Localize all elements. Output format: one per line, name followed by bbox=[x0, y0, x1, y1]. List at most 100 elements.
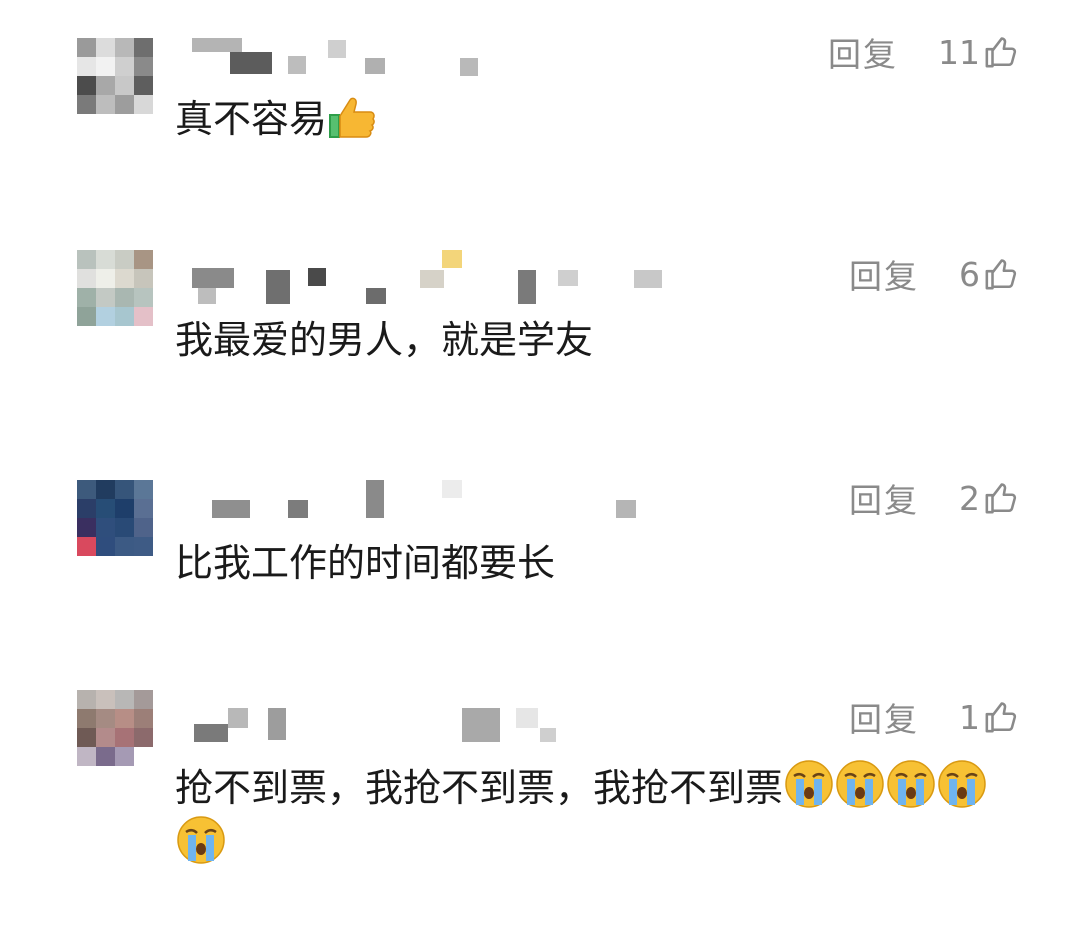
comment-actions: 回复 1 bbox=[849, 697, 1018, 739]
crying-emoji bbox=[177, 816, 225, 864]
avatar-pixel bbox=[96, 288, 115, 307]
comment-actions: 回复 6 bbox=[849, 254, 1018, 296]
reply-button[interactable]: 回复 bbox=[849, 474, 919, 522]
avatar-pixel bbox=[96, 747, 115, 766]
like-count: 2 bbox=[959, 478, 980, 518]
avatar[interactable] bbox=[77, 690, 153, 766]
comment-text-content: 我最爱的男人，就是学友 bbox=[175, 318, 594, 362]
avatar-pixel bbox=[77, 76, 96, 95]
avatar-pixel bbox=[115, 307, 134, 326]
avatar-pixel bbox=[115, 690, 134, 709]
avatar-pixel bbox=[77, 518, 96, 537]
avatar-pixel bbox=[96, 95, 115, 114]
avatar-pixel bbox=[115, 95, 134, 114]
avatar-pixel bbox=[134, 250, 153, 269]
avatar-pixel bbox=[96, 57, 115, 76]
avatar-pixel bbox=[77, 747, 96, 766]
avatar-pixel bbox=[77, 269, 96, 288]
avatar-pixel bbox=[96, 307, 115, 326]
reply-button[interactable]: 回复 bbox=[828, 28, 898, 76]
avatar-pixel bbox=[134, 709, 153, 728]
avatar-pixel bbox=[77, 499, 96, 518]
crying-emoji bbox=[836, 760, 884, 808]
avatar-pixel bbox=[96, 480, 115, 499]
avatar-pixel bbox=[77, 95, 96, 114]
thumbs-up-icon[interactable] bbox=[984, 700, 1018, 734]
crying-emoji bbox=[938, 760, 986, 808]
avatar-pixel bbox=[134, 690, 153, 709]
avatar-pixel bbox=[77, 57, 96, 76]
avatar-pixel bbox=[77, 690, 96, 709]
avatar-pixel bbox=[77, 709, 96, 728]
avatar-pixel bbox=[96, 537, 115, 556]
avatar-pixel bbox=[134, 480, 153, 499]
avatar-pixel bbox=[134, 747, 153, 766]
comment-actions: 回复 2 bbox=[849, 478, 1018, 520]
avatar-pixel bbox=[77, 288, 96, 307]
comment-item: 回复 6 我最爱的男人，就是学友 bbox=[0, 220, 1080, 420]
thumbs-up-emoji bbox=[329, 97, 375, 138]
avatar-pixel bbox=[115, 537, 134, 556]
like-count: 11 bbox=[938, 32, 980, 72]
avatar-pixel bbox=[96, 518, 115, 537]
avatar[interactable] bbox=[77, 480, 153, 556]
avatar-pixel bbox=[115, 269, 134, 288]
comment-item: 回复 11 真不容易 bbox=[0, 0, 1080, 200]
comment-item: 回复 1 抢不到票，我抢不到票，我抢不到票 bbox=[0, 670, 1080, 934]
comment-text: 真不容易 bbox=[175, 92, 1020, 146]
username-blurred[interactable] bbox=[180, 38, 500, 78]
avatar-pixel bbox=[134, 38, 153, 57]
thumbs-up-icon[interactable] bbox=[984, 257, 1018, 291]
avatar-pixel bbox=[134, 537, 153, 556]
avatar-pixel bbox=[115, 57, 134, 76]
avatar-pixel bbox=[134, 288, 153, 307]
avatar-pixel bbox=[115, 499, 134, 518]
avatar-pixel bbox=[96, 728, 115, 747]
comment-actions: 回复 11 bbox=[828, 32, 1018, 74]
avatar-pixel bbox=[115, 38, 134, 57]
avatar-pixel bbox=[115, 709, 134, 728]
avatar-pixel bbox=[115, 747, 134, 766]
avatar-pixel bbox=[134, 307, 153, 326]
username-blurred[interactable] bbox=[180, 250, 680, 304]
avatar[interactable] bbox=[77, 38, 153, 114]
avatar-pixel bbox=[134, 499, 153, 518]
avatar-pixel bbox=[134, 518, 153, 537]
avatar-pixel bbox=[115, 76, 134, 95]
reply-button[interactable]: 回复 bbox=[849, 250, 919, 298]
avatar-pixel bbox=[115, 518, 134, 537]
avatar-pixel bbox=[134, 76, 153, 95]
crying-emoji bbox=[785, 760, 833, 808]
thumbs-up-icon[interactable] bbox=[984, 481, 1018, 515]
avatar-pixel bbox=[115, 480, 134, 499]
comment-text: 抢不到票，我抢不到票，我抢不到票 bbox=[175, 759, 1020, 871]
thumbs-up-icon[interactable] bbox=[984, 35, 1018, 69]
avatar-pixel bbox=[77, 38, 96, 57]
avatar[interactable] bbox=[77, 250, 153, 326]
username-blurred[interactable] bbox=[180, 480, 660, 520]
avatar-pixel bbox=[96, 690, 115, 709]
comment-text-content: 抢不到票，我抢不到票，我抢不到票 bbox=[175, 766, 784, 810]
reply-button[interactable]: 回复 bbox=[849, 693, 919, 741]
like-count: 1 bbox=[959, 697, 980, 737]
avatar-pixel bbox=[96, 499, 115, 518]
avatar-pixel bbox=[115, 728, 134, 747]
avatar-pixel bbox=[115, 250, 134, 269]
avatar-pixel bbox=[96, 250, 115, 269]
avatar-pixel bbox=[134, 728, 153, 747]
like-count: 6 bbox=[959, 254, 980, 294]
avatar-pixel bbox=[77, 728, 96, 747]
avatar-pixel bbox=[115, 288, 134, 307]
avatar-pixel bbox=[77, 480, 96, 499]
avatar-pixel bbox=[77, 537, 96, 556]
avatar-pixel bbox=[77, 250, 96, 269]
avatar-pixel bbox=[134, 95, 153, 114]
avatar-pixel bbox=[96, 269, 115, 288]
avatar-pixel bbox=[96, 38, 115, 57]
avatar-pixel bbox=[96, 76, 115, 95]
avatar-pixel bbox=[77, 307, 96, 326]
avatar-pixel bbox=[96, 709, 115, 728]
comment-text: 我最爱的男人，就是学友 bbox=[175, 313, 1020, 367]
comment-text: 比我工作的时间都要长 bbox=[175, 536, 1020, 590]
username-blurred[interactable] bbox=[180, 704, 560, 744]
